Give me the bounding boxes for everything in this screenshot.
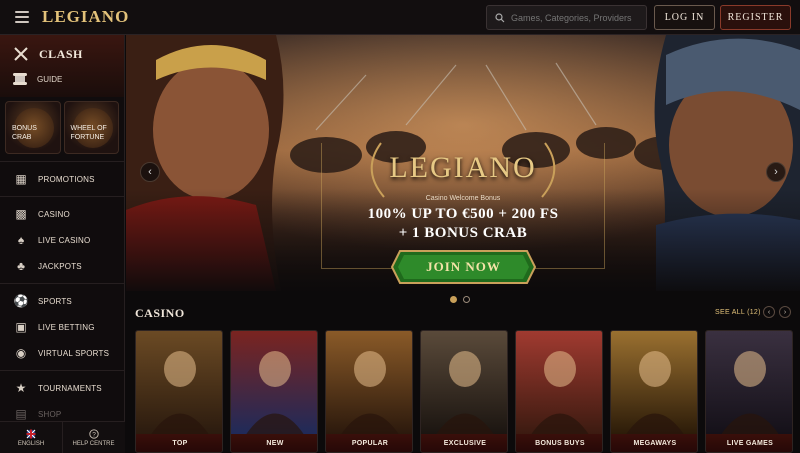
help-icon: ? <box>88 428 99 439</box>
tile-label-1: BONUS <box>12 125 37 132</box>
slider-dot-2[interactable] <box>463 296 470 303</box>
slot-machine-icon: ▩ <box>15 207 27 221</box>
card-label: BONUS BUYS <box>535 439 585 447</box>
casino-category-card[interactable]: LIVE GAMES <box>705 330 793 453</box>
card-label: MEGAWAYS <box>633 439 677 447</box>
sidebar-item-label: TOURNAMENTS <box>38 383 102 393</box>
sidebar-item-label: CASINO <box>38 209 70 219</box>
tile-label-2: CRAB <box>12 134 32 141</box>
help-centre-link[interactable]: ? HELP CENTRE <box>62 422 124 453</box>
sidebar-item-live-casino[interactable]: ♠ LIVE CASINO <box>0 227 125 253</box>
menu-icon[interactable] <box>15 11 29 23</box>
sidebar-item-tournaments[interactable]: ★ TOURNAMENTS <box>0 375 125 401</box>
nav-group-promotions: ▦ PROMOTIONS <box>0 161 125 196</box>
hero-banner[interactable]: ‹ › LEGIANO Casino Welcome Bonus 100% UP… <box>126 35 800 291</box>
scroll-icon <box>13 73 27 85</box>
guide-link[interactable]: GUIDE <box>12 72 62 86</box>
card-artwork <box>231 331 317 436</box>
casino-category-card[interactable]: TOP <box>135 330 223 453</box>
sidebar-item-promotions[interactable]: ▦ PROMOTIONS <box>0 166 125 192</box>
card-artwork <box>326 331 412 436</box>
nav-group-sports: ⚽ SPORTS ▣ LIVE BETTING ◉ VIRTUAL SPORTS <box>0 283 125 370</box>
casino-next-arrow[interactable]: › <box>779 306 791 318</box>
card-artwork <box>516 331 602 436</box>
gamepad-icon: ◉ <box>15 346 27 360</box>
help-label: HELP CENTRE <box>72 440 115 447</box>
wheel-of-fortune-tile[interactable]: WHEEL OF FORTUNE <box>63 101 119 154</box>
search-box[interactable] <box>486 5 647 30</box>
bonus-crab-tile[interactable]: BONUS CRAB <box>5 101 61 154</box>
nav-group-casino: ▩ CASINO ♠ LIVE CASINO ♣ JACKPOTS <box>0 196 125 283</box>
clash-link[interactable]: CLASH <box>12 45 83 63</box>
trophy-icon: ★ <box>15 381 27 395</box>
crossed-swords-icon <box>14 47 28 61</box>
clash-panel: CLASH GUIDE <box>0 35 124 97</box>
banner-offer-line2: + 1 BONUS CRAB <box>398 225 528 241</box>
sidebar-item-label: SPORTS <box>38 296 72 306</box>
sidebar-nav: ▦ PROMOTIONS ▩ CASINO ♠ LIVE CASINO ♣ JA… <box>0 161 125 431</box>
card-artwork <box>136 331 222 436</box>
sidebar-footer: ENGLISH ? HELP CENTRE <box>0 421 125 453</box>
casino-category-card[interactable]: POPULAR <box>325 330 413 453</box>
card-label: POPULAR <box>351 439 389 447</box>
guide-label: GUIDE <box>37 74 63 84</box>
sidebar-item-label: JACKPOTS <box>38 261 82 271</box>
clover-icon: ♣ <box>17 259 25 273</box>
sidebar-item-casino[interactable]: ▩ CASINO <box>0 201 125 227</box>
card-label: LIVE GAMES <box>726 439 774 447</box>
sidebar-item-virtual-sports[interactable]: ◉ VIRTUAL SPORTS <box>0 340 125 366</box>
card-artwork <box>706 331 792 436</box>
card-label: EXCLUSIVE <box>443 439 487 447</box>
sidebar-item-label: LIVE BETTING <box>38 322 95 332</box>
login-button[interactable]: LOG IN <box>654 5 715 30</box>
gift-icon: ▦ <box>15 172 27 186</box>
casino-category-cards: TOP NEW POPULAR EXCLUSIVE BONUS BUYS MEGAWAYS… <box>135 330 793 453</box>
uk-flag-icon <box>26 429 36 438</box>
sidebar-item-label: VIRTUAL SPORTS <box>38 348 110 358</box>
casino-category-card[interactable]: MEGAWAYS <box>610 330 698 453</box>
tv-icon: ▣ <box>15 320 27 334</box>
slider-dot-1[interactable] <box>450 296 457 303</box>
casino-category-card[interactable]: EXCLUSIVE <box>420 330 508 453</box>
brand-logo[interactable]: LEGIANO <box>42 7 129 27</box>
banner-subtitle: Casino Welcome Bonus <box>425 195 501 202</box>
search-icon <box>495 12 505 22</box>
tile-label-2: FORTUNE <box>70 134 105 141</box>
card-artwork <box>611 331 697 436</box>
ball-icon: ⚽ <box>13 294 29 308</box>
sidebar-item-sports[interactable]: ⚽ SPORTS <box>0 288 125 314</box>
clash-label: CLASH <box>39 46 83 61</box>
card-artwork <box>421 331 507 436</box>
banner-logo: LEGIANO <box>389 151 537 184</box>
banner-offer-line1: 100% UP TO €500 + 200 FS <box>367 206 559 222</box>
sidebar-item-live-betting[interactable]: ▣ LIVE BETTING <box>0 314 125 340</box>
casino-category-card[interactable]: NEW <box>230 330 318 453</box>
tile-label-1: WHEEL OF <box>70 125 107 132</box>
see-all-link[interactable]: SEE ALL (12) <box>715 309 761 316</box>
slider-dots <box>450 296 470 303</box>
casino-section-title: CASINO <box>135 306 185 320</box>
language-selector[interactable]: ENGLISH <box>0 422 62 453</box>
casino-prev-arrow[interactable]: ‹ <box>763 306 775 318</box>
sidebar: CLASH GUIDE BONUS CRAB WHEEL OF FORTUNE ▦ … <box>0 35 125 453</box>
sidebar-item-label: SHOP <box>38 409 62 419</box>
register-button[interactable]: REGISTER <box>720 5 791 30</box>
shop-icon: ▤ <box>15 407 27 421</box>
language-label: ENGLISH <box>17 440 45 447</box>
cards-icon: ♠ <box>17 233 25 247</box>
card-label: TOP <box>172 439 188 447</box>
card-label: NEW <box>266 439 284 447</box>
sidebar-item-label: PROMOTIONS <box>38 174 95 184</box>
join-now-button[interactable]: JOIN NOW <box>390 249 537 285</box>
join-now-label: JOIN NOW <box>426 259 501 274</box>
svg-text:?: ? <box>92 431 96 438</box>
sidebar-item-label: LIVE CASINO <box>38 235 91 245</box>
sidebar-item-jackpots[interactable]: ♣ JACKPOTS <box>0 253 125 279</box>
feature-tiles: BONUS CRAB WHEEL OF FORTUNE <box>0 97 124 154</box>
search-input[interactable] <box>511 12 641 23</box>
casino-category-card[interactable]: BONUS BUYS <box>515 330 603 453</box>
